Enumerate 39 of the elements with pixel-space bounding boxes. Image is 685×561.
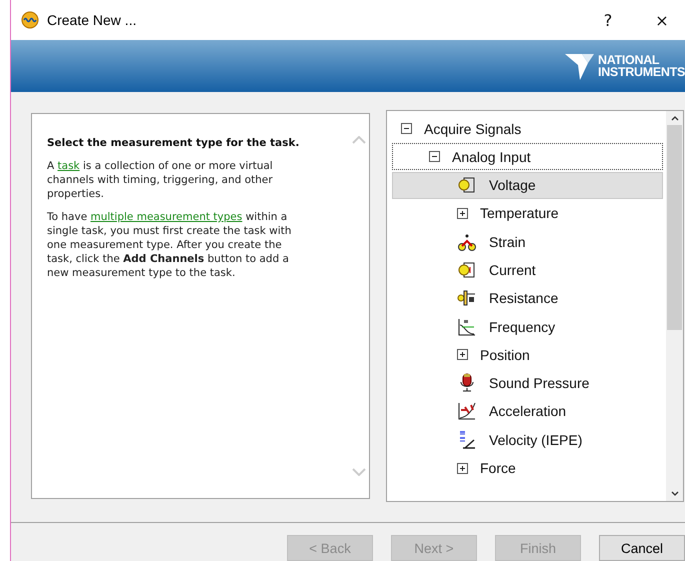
tree-item[interactable]: Force (392, 454, 663, 482)
help-link[interactable]: multiple measurement types (90, 211, 242, 223)
logo-text: NATIONAL (598, 54, 660, 66)
expand-icon[interactable] (457, 208, 468, 219)
tree-item[interactable]: Acceleration (392, 398, 663, 425)
current-icon (457, 260, 477, 280)
tree-item[interactable]: Current (392, 256, 663, 284)
tree-item[interactable]: Frequency (392, 313, 663, 340)
expand-icon[interactable] (457, 462, 468, 474)
collapse-icon[interactable] (401, 123, 412, 134)
tree-item[interactable]: Position (392, 341, 663, 368)
close-button[interactable]: × (639, 0, 685, 40)
help-button[interactable]: ? (585, 0, 631, 40)
app-logo-icon (21, 11, 39, 29)
dialog-button[interactable]: Cancel (599, 535, 685, 561)
collapse-icon[interactable] (429, 151, 440, 162)
tree-item[interactable]: Velocity (IEPE) (392, 426, 663, 454)
tree-item[interactable]: Acquire Signals (392, 115, 663, 142)
tree-item[interactable]: Sound Pressure (392, 370, 663, 397)
tree-item[interactable]: Temperature (392, 200, 663, 227)
help-link[interactable]: task (58, 160, 80, 172)
tree-item[interactable]: Strain (392, 228, 663, 256)
help-paragraph: To have multiple measurement types within a single task, you must first create the task with one measurement type. After you create the task, click the Add Channels button to add a new measurement type to the task. (47, 210, 292, 280)
resistance-icon (457, 288, 477, 308)
help-paragraph: A task is a collection of one or more virtual channels with timing, triggering, and other properties. (47, 159, 274, 201)
frequency-icon (457, 316, 477, 337)
scrollbar[interactable] (666, 111, 683, 501)
strain-icon (457, 232, 477, 252)
tree-item[interactable]: Resistance (392, 284, 663, 312)
tree-item[interactable]: Voltage (392, 172, 663, 199)
eagle-logo-icon (564, 51, 596, 81)
tree-item[interactable]: Analog Input (392, 143, 663, 170)
velocity-icon (457, 430, 477, 450)
window-title: Create New ... (47, 12, 138, 28)
help-heading: Select the measurement type for the task. (47, 136, 300, 150)
logo-text: INSTRUMENTS (598, 66, 685, 78)
acceleration-icon (457, 401, 477, 422)
voltage-icon (457, 175, 477, 196)
expand-icon[interactable] (457, 349, 468, 360)
